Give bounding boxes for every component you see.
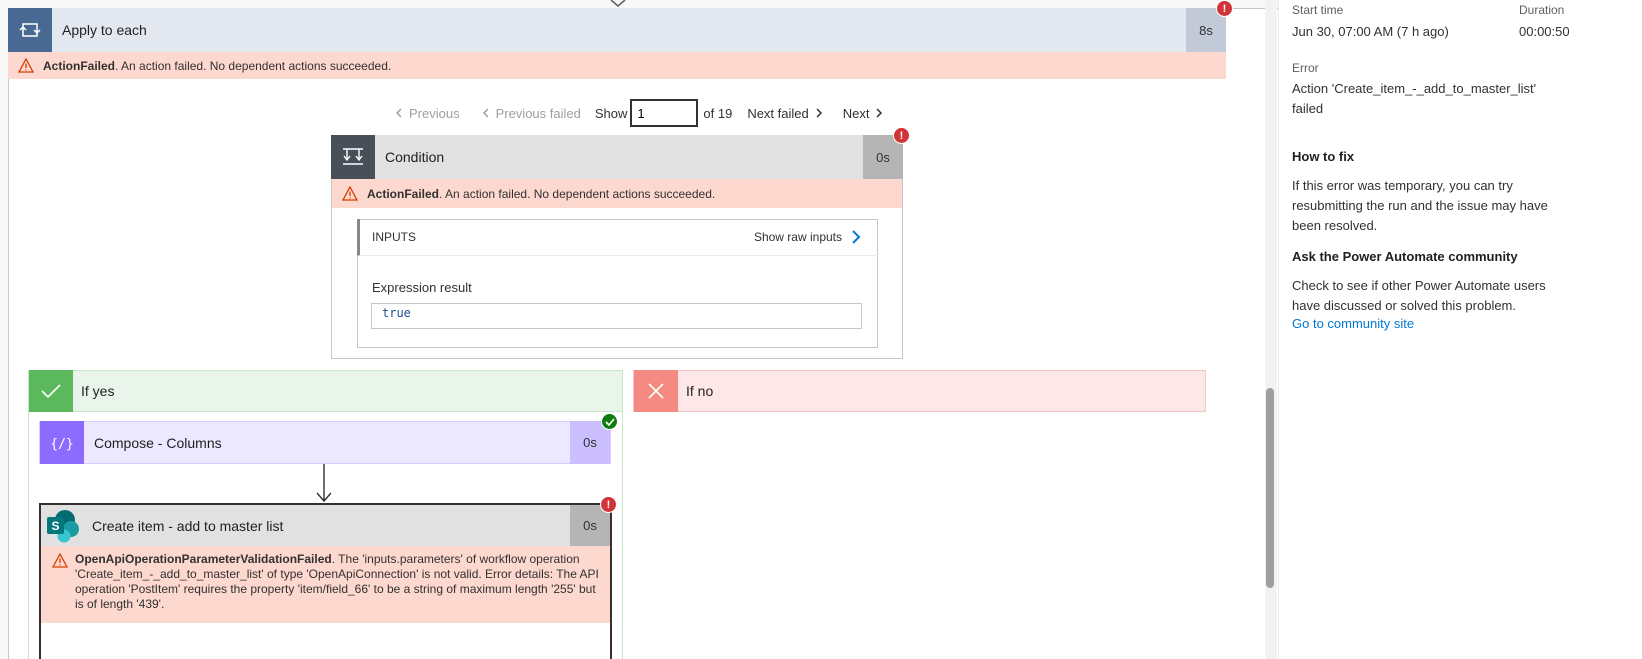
- chevron-right-icon[interactable]: [850, 230, 862, 244]
- warning-icon: [52, 553, 68, 568]
- apply-to-each-error-badge: !: [1216, 0, 1233, 17]
- community-text: Check to see if other Power Automate use…: [1292, 278, 1546, 313]
- sharepoint-icon: S: [41, 505, 85, 546]
- chevron-left-icon: [395, 108, 402, 118]
- start-time-value: Jun 30, 07:00 AM (7 h ago): [1292, 24, 1449, 39]
- condition-error-message: . An action failed. No dependent actions…: [439, 186, 716, 201]
- warning-icon: [18, 58, 34, 73]
- how-to-fix-text: If this error was temporary, you can try…: [1292, 178, 1548, 233]
- chevron-right-icon: [876, 108, 883, 118]
- inputs-label: INPUTS: [372, 230, 417, 244]
- start-time-label: Start time: [1292, 3, 1344, 17]
- inputs-header: INPUTS Show raw inputs: [357, 219, 878, 256]
- create-item-error-bar: OpenApiOperationParameterValidationFaile…: [41, 546, 610, 623]
- condition-error-badge: !: [893, 127, 910, 144]
- compose-icon: {/}: [40, 421, 84, 464]
- svg-text:S: S: [51, 519, 59, 533]
- show-label: Show: [594, 105, 628, 121]
- next-button[interactable]: Next: [843, 106, 870, 121]
- error-label: Error: [1292, 61, 1319, 75]
- if-no-branch-header[interactable]: If no: [633, 370, 1206, 412]
- condition-icon: [331, 135, 375, 179]
- checkmark-icon: [29, 370, 73, 412]
- expression-value: true: [371, 303, 862, 329]
- run-details-panel: Start time Jun 30, 07:00 AM (7 h ago) Du…: [1278, 0, 1642, 659]
- compose-title: Compose - Columns: [94, 434, 222, 451]
- close-icon: [634, 370, 678, 412]
- svg-text:{/}: {/}: [51, 437, 73, 452]
- condition-title: Condition: [385, 149, 445, 165]
- canvas-scrollbar-thumb[interactable]: [1266, 388, 1274, 588]
- apply-to-each-error-code: ActionFailed: [43, 58, 116, 73]
- iteration-count: of 19: [703, 105, 733, 121]
- condition-error-bar: ActionFailed. An action failed. No depen…: [332, 179, 902, 208]
- chevron-right-icon: [816, 108, 822, 118]
- create-item-header[interactable]: S Create item - add to master list 0s: [41, 505, 610, 546]
- iteration-pager: Previous Previous failed Show of 19 Next…: [393, 99, 885, 127]
- if-yes-title: If yes: [81, 383, 115, 399]
- condition-error-code: ActionFailed: [367, 186, 440, 201]
- connector-arrow-icon: [316, 464, 332, 503]
- how-to-fix-title: How to fix: [1292, 149, 1355, 164]
- apply-to-each-header[interactable]: Apply to each 8s: [8, 8, 1226, 52]
- community-title: Ask the Power Automate community: [1292, 249, 1518, 264]
- iteration-input[interactable]: [630, 99, 699, 127]
- loop-icon: [8, 8, 52, 52]
- apply-to-each-title: Apply to each: [62, 22, 147, 38]
- previous-button[interactable]: Previous: [409, 106, 460, 121]
- compose-card[interactable]: {/} Compose - Columns 0s: [39, 421, 611, 464]
- duration-value: 00:00:50: [1519, 24, 1570, 39]
- flow-canvas: Apply to each 8s ! ActionFailed. An acti…: [0, 0, 1278, 659]
- previous-failed-button[interactable]: Previous failed: [496, 106, 581, 121]
- if-yes-branch-header[interactable]: If yes: [28, 370, 623, 412]
- compose-success-badge: [601, 413, 618, 430]
- warning-icon: [342, 186, 358, 201]
- expression-label: Expression result: [372, 280, 472, 295]
- chevron-left-icon: [482, 108, 489, 118]
- create-item-error-code: OpenApiOperationParameterValidationFaile…: [75, 552, 332, 566]
- show-raw-inputs-link[interactable]: Show raw inputs: [754, 230, 842, 244]
- error-value: Action 'Create_item_-_add_to_master_list…: [1292, 81, 1537, 116]
- next-failed-button[interactable]: Next failed: [747, 106, 808, 121]
- apply-to-each-error-bar: ActionFailed. An action failed. No depen…: [8, 52, 1226, 79]
- if-no-title: If no: [686, 383, 714, 399]
- apply-to-each-error-message: . An action failed. No dependent actions…: [115, 58, 392, 73]
- condition-header[interactable]: Condition 0s: [331, 135, 903, 179]
- community-site-link[interactable]: Go to community site: [1292, 316, 1414, 331]
- create-item-error-badge: !: [600, 496, 617, 513]
- duration-label: Duration: [1519, 3, 1565, 17]
- create-item-title: Create item - add to master list: [92, 517, 284, 534]
